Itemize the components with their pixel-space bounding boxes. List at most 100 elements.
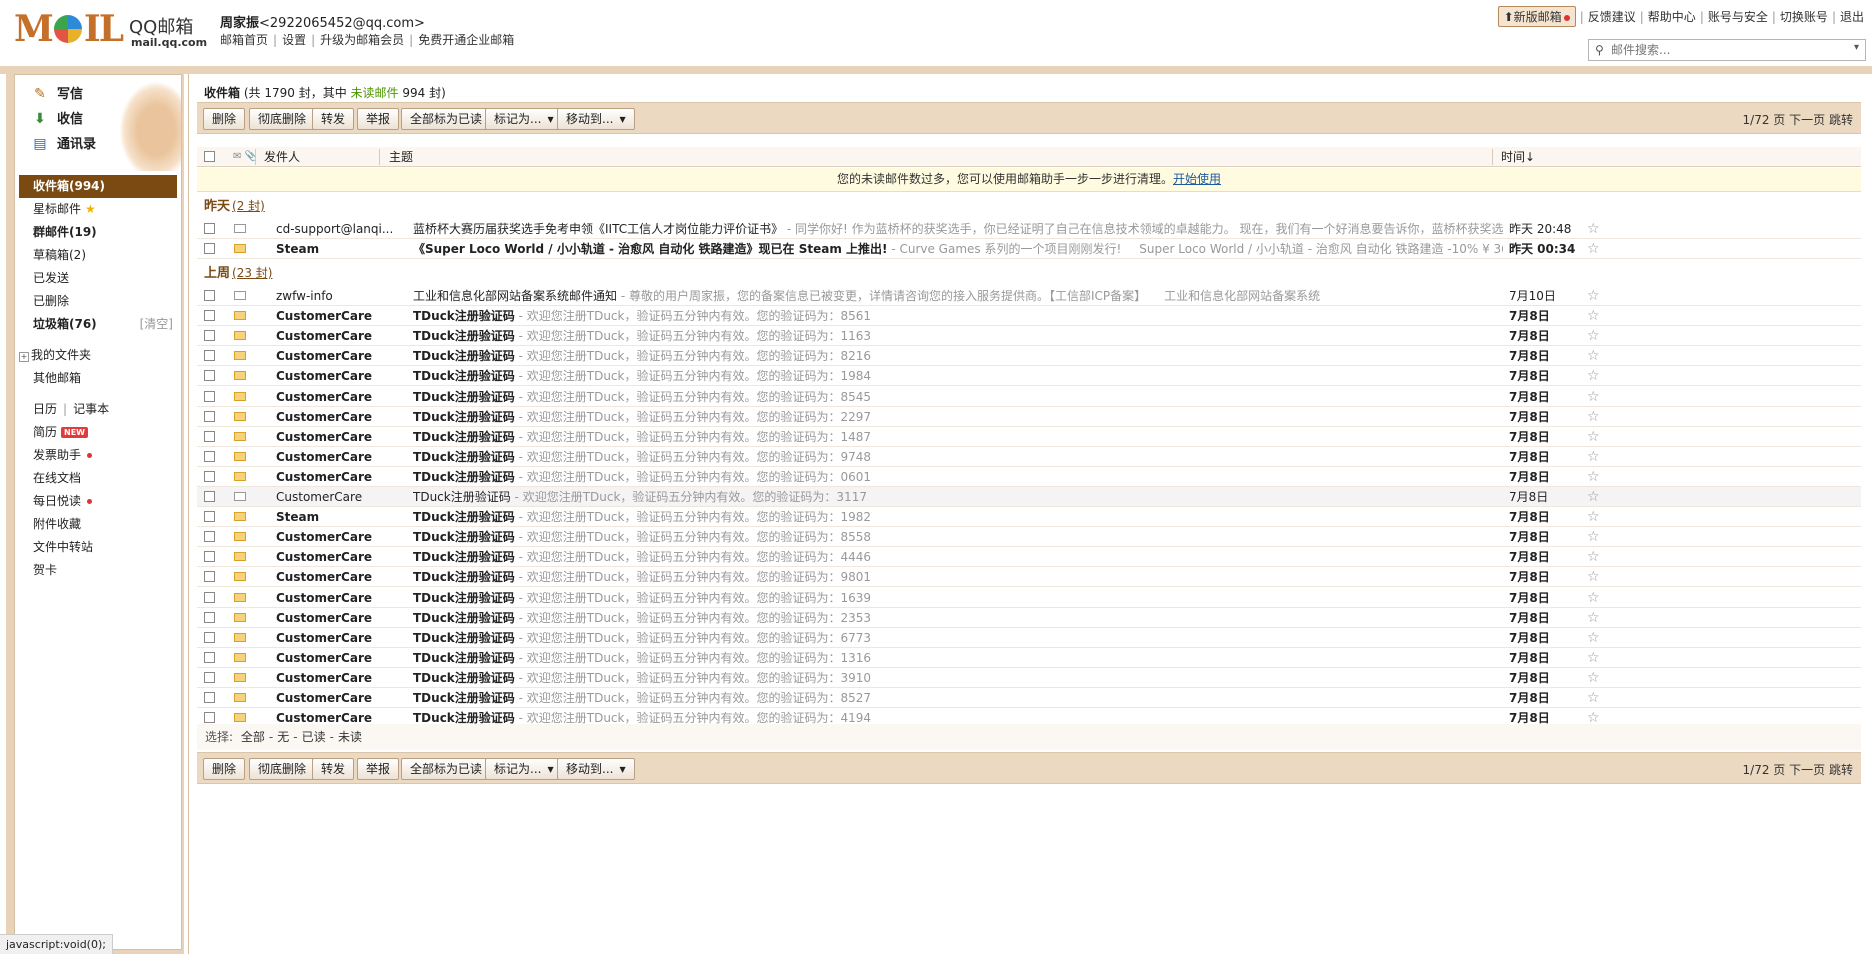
mail-checkbox[interactable] <box>204 223 215 234</box>
mail-sender[interactable]: CustomerCare <box>276 547 416 567</box>
mail-row[interactable]: CustomerCareTDuck注册验证码 - 欢迎您注册TDuck，验证码五… <box>197 628 1861 648</box>
link-notes[interactable]: 记事本 <box>73 402 109 416</box>
mail-checkbox[interactable] <box>204 511 215 523</box>
mail-row[interactable]: CustomerCareTDuck注册验证码 - 欢迎您注册TDuck，验证码五… <box>197 688 1861 708</box>
chevron-down-icon[interactable]: ▾ <box>1854 42 1859 53</box>
delete-button[interactable]: 删除 <box>203 108 246 130</box>
mail-checkbox[interactable] <box>204 310 215 322</box>
star-outline-icon[interactable]: ☆ <box>1587 407 1600 427</box>
mail-subject-line[interactable]: TDuck注册验证码 - 欢迎您注册TDuck，验证码五分钟内有效。您的验证码为… <box>413 487 1503 507</box>
report-button[interactable]: 举报 <box>357 108 400 130</box>
link-online-docs[interactable]: 在线文档 <box>15 467 181 490</box>
star-outline-icon[interactable]: ☆ <box>1587 326 1600 346</box>
compose-button[interactable]: ✎ 写信 <box>31 81 83 107</box>
link-invoice-assistant[interactable]: 发票助手 <box>15 444 181 467</box>
mail-subject-line[interactable]: TDuck注册验证码 - 欢迎您注册TDuck，验证码五分钟内有效。您的验证码为… <box>413 688 1503 708</box>
mail-subject-line[interactable]: TDuck注册验证码 - 欢迎您注册TDuck，验证码五分钟内有效。您的验证码为… <box>413 387 1503 407</box>
select-unread-link[interactable]: 未读 <box>338 730 362 744</box>
qq-mail-logo[interactable]: M IL QQ邮箱 mail.qq.com <box>14 8 207 52</box>
link-greeting-cards[interactable]: 贺卡 <box>15 559 181 582</box>
mail-row[interactable]: CustomerCareTDuck注册验证码 - 欢迎您注册TDuck，验证码五… <box>197 407 1861 427</box>
mail-subject-line[interactable]: TDuck注册验证码 - 欢迎您注册TDuck，验证码五分钟内有效。您的验证码为… <box>413 427 1503 447</box>
mail-subject-line[interactable]: TDuck注册验证码 - 欢迎您注册TDuck，验证码五分钟内有效。您的验证码为… <box>413 306 1503 326</box>
mail-row[interactable]: CustomerCareTDuck注册验证码 - 欢迎您注册TDuck，验证码五… <box>197 547 1861 568</box>
mail-subject-line[interactable]: TDuck注册验证码 - 欢迎您注册TDuck，验证码五分钟内有效。您的验证码为… <box>413 628 1503 648</box>
link-logout[interactable]: 退出 <box>1840 10 1864 24</box>
mail-checkbox[interactable] <box>204 491 215 502</box>
mail-row[interactable]: Steam 《Super Loco World / 小小轨道 - 治愈风 自动化 … <box>197 239 1861 260</box>
link-daily-read[interactable]: 每日悦读 <box>15 490 181 513</box>
mail-sender[interactable]: CustomerCare <box>276 366 416 386</box>
new-version-button[interactable]: ⬆新版邮箱 <box>1497 6 1576 27</box>
delete-forever-button[interactable]: 彻底删除 <box>249 108 316 130</box>
mail-row[interactable]: CustomerCareTDuck注册验证码 - 欢迎您注册TDuck，验证码五… <box>197 326 1861 347</box>
folder-other-mail[interactable]: 其他邮箱 <box>15 367 181 390</box>
group-count-link[interactable]: (2 封) <box>232 199 265 213</box>
next-page-link[interactable]: 下一页 <box>1789 113 1825 127</box>
mail-sender[interactable]: CustomerCare <box>276 346 416 366</box>
link-mail-home[interactable]: 邮箱首页 <box>220 33 268 47</box>
mail-sender[interactable]: CustomerCare <box>276 407 416 427</box>
link-calendar[interactable]: 日历 <box>33 402 57 416</box>
receive-button[interactable]: ⬇ 收信 <box>31 106 83 132</box>
mail-sender[interactable]: CustomerCare <box>276 668 416 688</box>
mail-checkbox[interactable] <box>204 651 215 663</box>
star-outline-icon[interactable]: ☆ <box>1587 628 1600 648</box>
star-outline-icon[interactable]: ☆ <box>1587 286 1600 306</box>
mail-checkbox[interactable] <box>204 692 215 703</box>
mail-checkbox[interactable] <box>204 611 215 623</box>
star-outline-icon[interactable]: ☆ <box>1587 648 1600 668</box>
folder-my-folders[interactable]: + 我的文件夹 <box>15 344 181 367</box>
link-help[interactable]: 帮助中心 <box>1648 10 1696 24</box>
mail-checkbox[interactable] <box>204 450 215 462</box>
star-outline-icon[interactable]: ☆ <box>1587 219 1600 239</box>
folder-starred[interactable]: 星标邮件 ★ <box>15 198 181 221</box>
mail-subject-line[interactable]: TDuck注册验证码 - 欢迎您注册TDuck，验证码五分钟内有效。您的验证码为… <box>413 326 1503 346</box>
mail-checkbox[interactable] <box>204 430 215 442</box>
link-enterprise-mail[interactable]: 免费开通企业邮箱 <box>418 33 514 47</box>
mail-row[interactable]: CustomerCareTDuck注册验证码 - 欢迎您注册TDuck，验证码五… <box>197 648 1861 668</box>
mail-checkbox[interactable] <box>204 350 215 362</box>
star-outline-icon[interactable]: ☆ <box>1587 239 1600 259</box>
mail-sender[interactable]: CustomerCare <box>276 527 416 547</box>
contacts-button[interactable]: ▤ 通讯录 <box>31 131 96 157</box>
star-outline-icon[interactable]: ☆ <box>1587 467 1600 487</box>
mail-sender[interactable]: CustomerCare <box>276 688 416 708</box>
mail-sender[interactable]: CustomerCare <box>276 306 416 326</box>
mail-subject-line[interactable]: TDuck注册验证码 - 欢迎您注册TDuck，验证码五分钟内有效。您的验证码为… <box>413 588 1503 608</box>
mail-subject-line[interactable]: TDuck注册验证码 - 欢迎您注册TDuck，验证码五分钟内有效。您的验证码为… <box>413 467 1503 487</box>
mail-sender[interactable]: CustomerCare <box>276 326 416 346</box>
folder-inbox[interactable]: 收件箱(994) <box>19 175 177 198</box>
star-outline-icon[interactable]: ☆ <box>1587 668 1600 688</box>
mail-row[interactable]: zwfw-info 工业和信息化部网站备案系统邮件通知 - 尊敬的用户周家振，您的… <box>197 286 1861 306</box>
star-outline-icon[interactable]: ☆ <box>1587 366 1600 386</box>
mail-checkbox[interactable] <box>204 290 215 301</box>
col-sender[interactable]: 发件人 <box>264 147 300 167</box>
mail-row[interactable]: CustomerCareTDuck注册验证码 - 欢迎您注册TDuck，验证码五… <box>197 467 1861 487</box>
mail-sender[interactable]: zwfw-info <box>276 286 416 306</box>
mail-subject-line[interactable]: 《Super Loco World / 小小轨道 - 治愈风 自动化 铁路建造》… <box>413 239 1503 259</box>
folder-sent[interactable]: 已发送 <box>15 267 181 290</box>
delete-forever-button[interactable]: 彻底删除 <box>249 758 316 780</box>
mail-search-box[interactable]: ⚲ ▾ <box>1588 39 1866 61</box>
forward-button[interactable]: 转发 <box>312 108 355 130</box>
mail-subject-line[interactable]: 工业和信息化部网站备案系统邮件通知 - 尊敬的用户周家振，您的备案信息已被变更，… <box>413 286 1503 306</box>
col-time[interactable]: 时间↓ <box>1501 147 1535 167</box>
mail-row[interactable]: cd-support@lanqi... 蓝桥杯大赛历届获奖选手免考申领《IITC工… <box>197 219 1861 239</box>
mail-subject-line[interactable]: TDuck注册验证码 - 欢迎您注册TDuck，验证码五分钟内有效。您的验证码为… <box>413 527 1503 547</box>
mail-subject-line[interactable]: 蓝桥杯大赛历届获奖选手免考申领《IITC工信人才岗位能力评价证书》 - 同学你好… <box>413 219 1503 239</box>
link-switch-account[interactable]: 切换账号 <box>1780 10 1828 24</box>
star-outline-icon[interactable]: ☆ <box>1587 547 1600 567</box>
mail-sender[interactable]: Steam <box>276 239 416 259</box>
mail-sender[interactable]: cd-support@lanqi... <box>276 219 416 239</box>
mail-checkbox[interactable] <box>204 571 215 583</box>
star-outline-icon[interactable]: ☆ <box>1587 688 1600 708</box>
folder-deleted[interactable]: 已删除 <box>15 290 181 313</box>
link-account-security[interactable]: 账号与安全 <box>1708 10 1768 24</box>
mail-subject-line[interactable]: TDuck注册验证码 - 欢迎您注册TDuck，验证码五分钟内有效。您的验证码为… <box>413 547 1503 567</box>
mail-checkbox[interactable] <box>204 243 215 255</box>
mail-subject-line[interactable]: TDuck注册验证码 - 欢迎您注册TDuck，验证码五分钟内有效。您的验证码为… <box>413 346 1503 366</box>
mail-row[interactable]: CustomerCareTDuck注册验证码 - 欢迎您注册TDuck，验证码五… <box>197 346 1861 367</box>
mail-sender[interactable]: CustomerCare <box>276 588 416 608</box>
mail-sender[interactable]: CustomerCare <box>276 567 416 587</box>
